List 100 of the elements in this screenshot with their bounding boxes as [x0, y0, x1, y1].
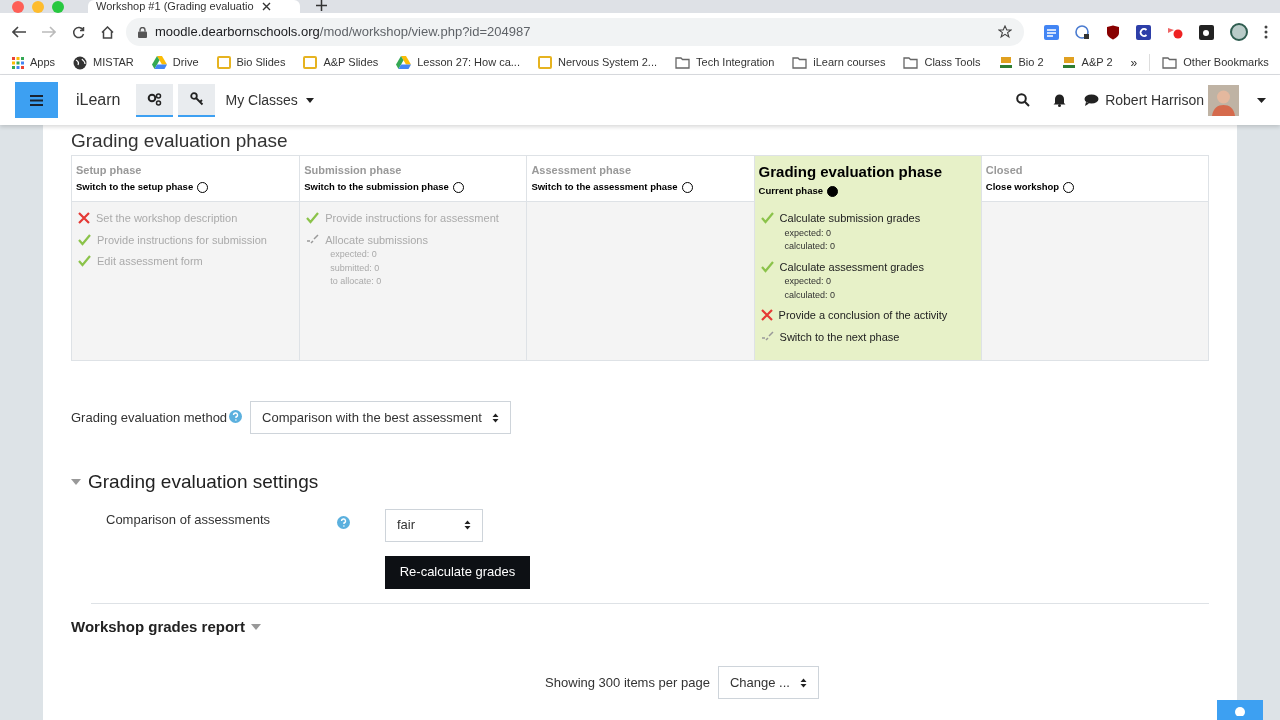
- slides-icon: [303, 56, 318, 69]
- task-label: Provide a conclusion of the activity: [778, 308, 948, 323]
- task-detail: calculated: 0: [783, 240, 837, 253]
- url-text: moodle.dearbornschools.org/mod/workshop/view.php?id=204987: [155, 23, 532, 42]
- task-detail: expected: 0: [783, 226, 833, 240]
- chat-bubble-icon[interactable]: [1084, 94, 1100, 106]
- bookmark-item[interactable]: Bio 2: [998, 54, 1044, 71]
- settings-button[interactable]: [136, 83, 174, 117]
- field-label: Comparison of assessments: [106, 510, 271, 529]
- check-icon: [760, 212, 774, 225]
- bookmark-item[interactable]: MISTAR: [73, 54, 134, 71]
- folder-icon: [675, 56, 691, 69]
- menu-icon: [30, 94, 43, 106]
- user-name[interactable]: Robert Harrison: [1105, 89, 1204, 111]
- my-classes-menu[interactable]: My Classes: [225, 89, 314, 111]
- section-heading: Grading evaluation settings: [88, 470, 319, 494]
- check-icon: [760, 260, 774, 273]
- profile-avatar[interactable]: [1230, 23, 1248, 41]
- caret-icon[interactable]: [1257, 97, 1266, 103]
- avatar[interactable]: [1208, 84, 1239, 116]
- switch-phase-link[interactable]: Switch to the submission phase: [304, 180, 449, 195]
- phase-title: Setup phase: [76, 163, 143, 178]
- phase-title: Submission phase: [304, 163, 403, 178]
- dashed-check-icon: [306, 233, 320, 246]
- bookmark-item[interactable]: Tech Integration: [675, 54, 775, 71]
- address-bar[interactable]: moodle.dearbornschools.org/mod/workshop/view.php?id=204987: [126, 18, 1024, 46]
- key-icon: [190, 92, 204, 106]
- more-bookmarks-button[interactable]: »: [1130, 53, 1138, 72]
- check-icon: [306, 212, 320, 225]
- bell-icon[interactable]: [1053, 93, 1067, 107]
- gears-icon: [147, 92, 163, 106]
- globe-icon: [73, 55, 88, 70]
- bookmark-item[interactable]: A&P Slides: [303, 54, 379, 71]
- task-label: Edit assessment form: [97, 254, 203, 269]
- switch-phase-link[interactable]: Close workshop: [985, 180, 1060, 195]
- task-label: Switch to the next phase: [779, 329, 900, 345]
- current-phase-label: Current phase: [758, 184, 823, 198]
- phase-title: Grading evaluation phase: [758, 162, 943, 182]
- collapse-caret-icon[interactable]: [71, 479, 81, 486]
- slides-icon: [538, 56, 552, 69]
- method-select[interactable]: Comparison with the best assessment: [250, 401, 511, 434]
- task-label: Set the workshop description: [96, 211, 238, 226]
- search-icon[interactable]: [1016, 93, 1031, 107]
- cross-icon: [78, 212, 90, 225]
- reload-icon[interactable]: [72, 25, 85, 39]
- bookmark-item[interactable]: Nervous System 2...: [538, 54, 658, 71]
- shield-icon[interactable]: [1106, 24, 1120, 40]
- switch-phase-link[interactable]: Switch to the setup phase: [76, 180, 194, 195]
- apps-grid-icon: [12, 56, 24, 69]
- drive-icon: [396, 56, 412, 69]
- more-options-icon[interactable]: [1264, 25, 1268, 39]
- check-icon: [78, 233, 91, 246]
- extension-icon[interactable]: [1199, 24, 1214, 40]
- task-detail: to allocate: 0: [329, 275, 383, 288]
- home-icon[interactable]: [101, 25, 114, 39]
- folder-icon: [1162, 56, 1178, 69]
- folder-icon: [792, 56, 808, 69]
- lock-icon: [138, 26, 147, 38]
- bookmark-item[interactable]: A&P 2: [1061, 54, 1113, 71]
- caret-icon: [305, 97, 314, 103]
- slides-icon: [216, 56, 231, 69]
- bookmark-item[interactable]: Class Tools: [903, 54, 981, 71]
- select-arrows-icon: [464, 520, 471, 530]
- bookmark-item[interactable]: iLearn courses: [792, 54, 886, 71]
- comparison-select[interactable]: fair: [385, 508, 483, 542]
- bookmark-item[interactable]: Bio Slides: [216, 54, 286, 71]
- extension-icon[interactable]: [1136, 24, 1151, 40]
- bookmark-item[interactable]: Apps: [12, 54, 56, 71]
- task-detail: submitted: 0: [329, 261, 381, 275]
- task-label: Provide instructions for submission: [97, 232, 267, 248]
- site-brand[interactable]: iLearn: [76, 88, 121, 112]
- extension-icon[interactable]: [1075, 24, 1090, 40]
- close-icon[interactable]: [261, 2, 271, 11]
- tools-button[interactable]: [178, 83, 216, 117]
- site-logo-icon: [1061, 56, 1076, 69]
- bookmark-item[interactable]: Drive: [151, 54, 199, 71]
- new-tab-icon[interactable]: [316, 0, 327, 11]
- task-detail: expected: 0: [329, 248, 378, 261]
- per-page-select[interactable]: Change ...: [717, 666, 819, 699]
- task-detail: calculated: 0: [783, 288, 837, 302]
- check-icon: [78, 255, 91, 268]
- star-icon[interactable]: [998, 25, 1012, 39]
- menu-button[interactable]: [15, 82, 58, 118]
- bookmark-item[interactable]: Lesson 27: How ca...: [396, 54, 520, 71]
- switch-phase-link[interactable]: Switch to the assessment phase: [531, 180, 678, 195]
- browser-tab[interactable]: Workshop #1 (Grading evaluatio: [88, 0, 300, 13]
- recalculate-button[interactable]: Re-calculate grades: [385, 555, 530, 589]
- phase-title: Closed: [985, 163, 1024, 178]
- task-label: Allocate submissions: [325, 232, 428, 248]
- phase-title: Assessment phase: [531, 163, 633, 178]
- other-bookmarks-item[interactable]: Other Bookmarks: [1149, 54, 1269, 71]
- task-detail: expected: 0: [783, 275, 833, 288]
- task-label: Calculate submission grades: [779, 211, 921, 226]
- field-label: Grading evaluation method: [71, 408, 228, 427]
- task-label: Provide instructions for assessment: [325, 211, 499, 226]
- site-logo-icon: [998, 56, 1013, 69]
- back-arrow-icon[interactable]: [12, 26, 26, 38]
- dashed-check-icon: [760, 330, 774, 343]
- select-arrows-icon: [799, 677, 807, 688]
- back-to-top-button[interactable]: [1217, 700, 1263, 720]
